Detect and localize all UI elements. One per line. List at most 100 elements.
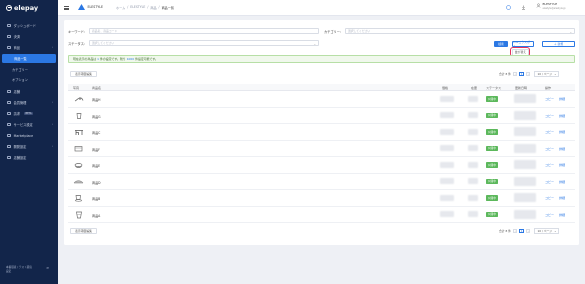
sidebar-item-12[interactable]: 店舗設定 — [0, 153, 58, 162]
hand-item-icon — [73, 95, 84, 103]
next-page-button[interactable]: › — [525, 228, 531, 233]
total-count: 合計 8 件 — [499, 71, 511, 76]
detail-link[interactable]: 詳細 — [559, 114, 565, 118]
sidebar-item-label: オプション — [12, 78, 28, 82]
copy-link[interactable]: コピー — [545, 163, 554, 167]
copy-link[interactable]: コピー — [545, 180, 554, 184]
price-redacted — [440, 112, 454, 118]
edit-columns-button-bottom[interactable]: 表示項目編集 — [70, 228, 97, 234]
notice-text-2: 件の設定です。残り — [99, 57, 126, 61]
limit-notice: 現在表示の商品は 1 件の設定です。残り 1000 件設定可能です。 — [68, 55, 575, 63]
copy-link[interactable]: コピー — [545, 114, 554, 118]
detail-link[interactable]: 詳細 — [559, 97, 565, 101]
sidebar-item-8[interactable]: 請求 BETA — [0, 109, 58, 118]
next-page-button[interactable]: › — [525, 71, 531, 76]
sidebar-item-7[interactable]: 会員管理 › — [0, 98, 58, 107]
breadcrumb-home[interactable]: ホーム — [116, 5, 125, 10]
help-icon[interactable] — [506, 5, 511, 10]
add-product-button[interactable]: ＋ 新規 — [542, 41, 575, 47]
settings-label[interactable]: 設定 — [6, 270, 32, 274]
product-name[interactable]: 商品G — [92, 114, 101, 119]
search-button[interactable]: 検索 — [494, 41, 508, 47]
sidebar-item-3[interactable]: 商品一覧 — [2, 54, 56, 63]
prev-page-button[interactable]: ‹ — [512, 71, 518, 76]
sidebar-item-label: 店舗設定 — [13, 156, 27, 160]
product-name[interactable]: 商品E — [92, 163, 100, 168]
copy-link[interactable]: コピー — [545, 196, 554, 200]
sidebar-item-4[interactable]: カテゴリー — [0, 65, 58, 74]
sidebar-item-9[interactable]: サービス設定 › — [0, 120, 58, 129]
page-size-value: 10 / ページ — [537, 228, 553, 233]
chevron-icon: › — [51, 100, 53, 104]
updated-redacted — [514, 127, 536, 136]
category-select[interactable]: 選択してください ⌄ — [345, 28, 575, 34]
glass-icon — [73, 211, 84, 219]
col-stock: 在庫 — [471, 85, 478, 90]
user-menu[interactable]: ELESTYLE elestyle@elestyle.jp — [536, 2, 566, 10]
notice-count: 1 — [97, 57, 99, 61]
logo[interactable]: elepay — [6, 3, 38, 12]
sidebar-item-5[interactable]: オプション — [0, 75, 58, 84]
sidebar-item-11[interactable]: 開発設定 › — [0, 142, 58, 151]
nav-icon — [7, 89, 11, 94]
copy-link[interactable]: コピー — [545, 97, 554, 101]
table-row[interactable]: 商品H 公開中 コピー 詳細 — [68, 91, 575, 108]
brand[interactable]: ELESTYLE — [78, 4, 103, 10]
nav-icon — [7, 122, 11, 127]
prev-page-button[interactable]: ‹ — [512, 228, 518, 233]
sidebar-item-2[interactable]: 商品 › — [0, 43, 58, 52]
status-select[interactable]: 選択してください ⌄ — [89, 40, 319, 46]
detail-link[interactable]: 詳細 — [559, 213, 565, 217]
table-row[interactable]: 商品B 公開中 コピー 詳細 — [68, 190, 575, 207]
sidebar-item-label: 店舗 — [13, 90, 20, 94]
keyword-input[interactable]: 商品名、商品コード — [89, 28, 319, 34]
edit-columns-button-top[interactable]: 表示項目編集 — [70, 71, 97, 77]
breadcrumb-current: 商品一覧 — [161, 6, 174, 10]
product-name[interactable]: 商品F — [92, 147, 100, 152]
product-name[interactable]: 商品A — [92, 213, 100, 218]
breadcrumb-account[interactable]: ELESTYLE — [130, 5, 145, 10]
detail-link[interactable]: 詳細 — [559, 130, 565, 134]
table-row[interactable]: 商品A 公開中 コピー 詳細 — [68, 207, 575, 223]
page-1-button[interactable]: 1 — [519, 71, 524, 76]
page-size-select[interactable]: 10 / ページ ⌄ — [534, 228, 560, 234]
page-size-select[interactable]: 10 / ページ ⌄ — [534, 71, 560, 77]
table-row[interactable]: 商品G 公開中 コピー 詳細 — [68, 108, 575, 124]
detail-link[interactable]: 詳細 — [559, 163, 565, 167]
price-redacted — [440, 178, 454, 184]
stock-redacted — [468, 161, 478, 168]
table-row[interactable]: 商品C 公開中 コピー 詳細 — [68, 124, 575, 141]
table-row[interactable]: 商品D 公開中 コピー 詳細 — [68, 174, 575, 190]
nav-icon — [7, 155, 11, 160]
sidebar-item-6[interactable]: 店舗 — [0, 87, 58, 96]
sidebar-item-10[interactable]: Marketplace — [0, 131, 58, 140]
cup-saucer-icon — [73, 194, 84, 202]
copy-link[interactable]: コピー — [545, 213, 554, 217]
table-row[interactable]: 商品F 公開中 コピー 詳細 — [68, 141, 575, 157]
stock-redacted — [468, 194, 478, 201]
product-name[interactable]: 商品H — [92, 97, 101, 102]
detail-link[interactable]: 詳細 — [559, 147, 565, 151]
box-icon — [73, 145, 84, 153]
copy-link[interactable]: コピー — [545, 130, 554, 134]
page-1-button[interactable]: 1 — [519, 228, 524, 233]
notice-remaining[interactable]: 1000 — [127, 57, 134, 61]
menu-toggle-icon[interactable] — [64, 6, 69, 10]
sidebar-item-0[interactable]: ダッシュボード — [0, 21, 58, 30]
copy-link[interactable]: コピー — [545, 147, 554, 151]
table-row[interactable]: 商品E 公開中 コピー 詳細 — [68, 157, 575, 174]
detail-link[interactable]: 詳細 — [559, 180, 565, 184]
sidebar-item-1[interactable]: 決済 — [0, 32, 58, 41]
col-status: ステータス — [486, 85, 502, 90]
elepay-logo-icon — [6, 4, 12, 11]
detail-link[interactable]: 詳細 — [559, 196, 565, 200]
stock-redacted — [468, 178, 478, 184]
price-redacted — [440, 194, 454, 201]
status-label: ステータス： — [68, 42, 88, 46]
collapse-sidebar-icon[interactable]: ≪ — [46, 266, 49, 270]
breadcrumb-products[interactable]: 商品 — [150, 5, 156, 10]
product-name[interactable]: 商品D — [92, 180, 101, 185]
download-icon[interactable] — [521, 5, 526, 10]
product-name[interactable]: 商品B — [92, 196, 100, 201]
product-name[interactable]: 商品C — [92, 130, 100, 135]
